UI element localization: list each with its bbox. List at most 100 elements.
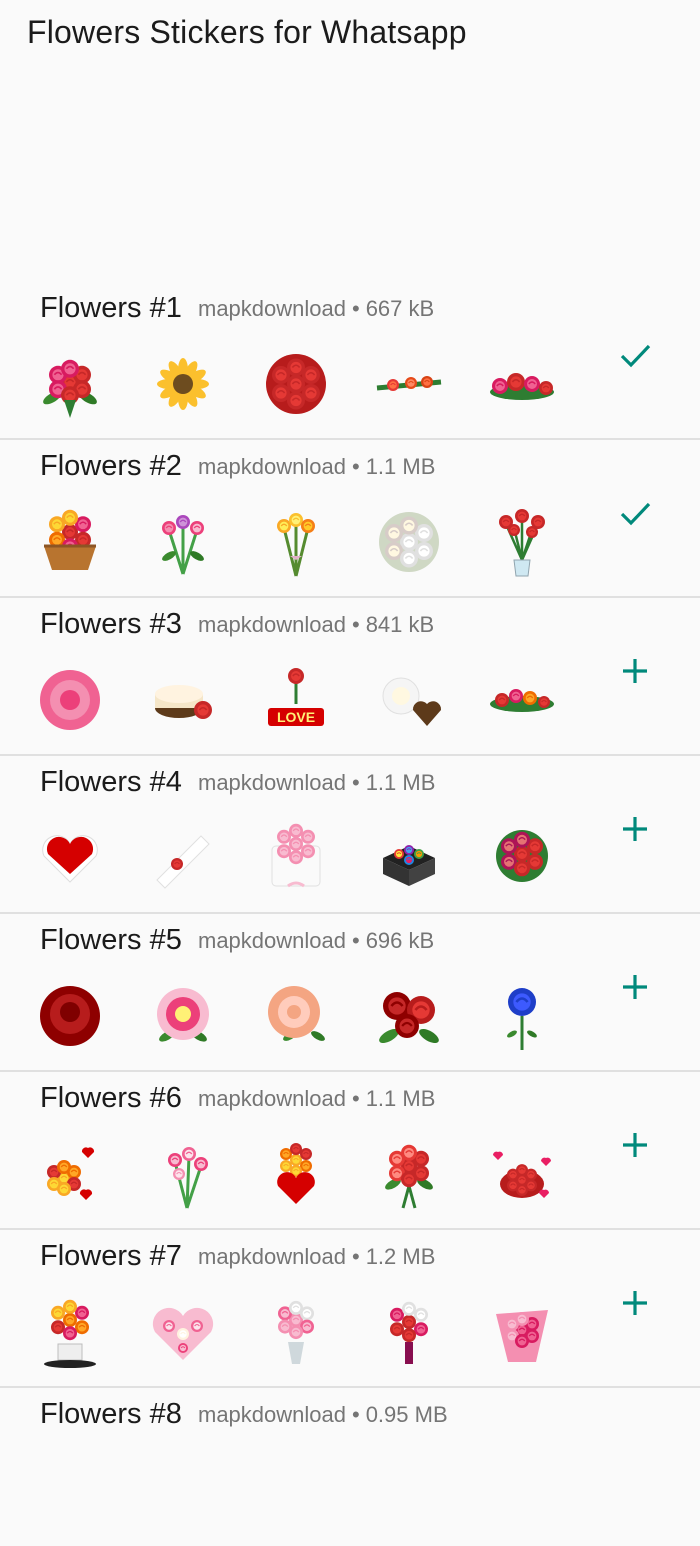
mixed-vase-bouquet-sticker[interactable] [30,1292,110,1372]
app-title: Flowers Stickers for Whatsapp [27,14,467,50]
check-icon [618,338,652,377]
sticker-pack-row[interactable]: Flowers #8 mapkdownload • 0.95 MB [0,1388,700,1546]
pack-name: Flowers #1 [40,292,182,324]
add-pack-button[interactable] [612,966,658,1012]
plus-icon [620,1130,650,1165]
app-bar: Flowers Stickers for Whatsapp [0,0,700,70]
pack-meta: mapkdownload • 1.1 MB [198,454,435,480]
love-tulip-sticker[interactable]: LOVE [256,660,336,740]
separator-dot: • [351,454,360,479]
pink-rose-hatbox-sticker[interactable] [256,818,336,898]
heart-wreath-sticker[interactable] [143,1292,223,1372]
red-roses-vase-sticker[interactable] [482,502,562,582]
pack-meta: mapkdownload • 667 kB [198,296,434,322]
pack-publisher: mapkdownload [198,770,346,795]
separator-dot: • [351,928,360,953]
white-rose-with-chocolate-sticker[interactable] [369,660,449,740]
white-rose-bouquet-sticker[interactable] [369,502,449,582]
red-rose-bunch-sticker[interactable] [369,1134,449,1214]
pack-meta: mapkdownload • 1.1 MB [198,1086,435,1112]
pack-publisher: mapkdownload [198,612,346,637]
red-rose-dome-sticker[interactable] [482,818,562,898]
sticker-pack-row[interactable]: Flowers #5 mapkdownload • 696 kB [0,914,700,1072]
plus-icon [620,972,650,1007]
sticker-pack-row[interactable]: Flowers #4 mapkdownload • 1.1 MB [0,756,700,914]
pack-size: 1.1 MB [365,770,436,795]
mixed-flower-spray-sticker[interactable] [482,660,562,740]
pack-name: Flowers #6 [40,1082,182,1114]
pack-size: 667 kB [365,296,435,321]
hearts-bouquet-sticker[interactable] [30,1134,110,1214]
sticker-preview-strip [0,1292,600,1372]
flower-basket-sticker[interactable] [30,502,110,582]
pack-publisher: mapkdownload [198,1244,346,1269]
pack-name: Flowers #3 [40,608,182,640]
banner-area [0,70,700,282]
pack-publisher: mapkdownload [198,296,346,321]
plus-icon [620,1288,650,1323]
pink-yellow-rose-sticker[interactable] [143,976,223,1056]
heart-rose-box-sticker[interactable] [30,818,110,898]
red-rose-bouquet-sticker[interactable] [30,344,110,424]
pink-rose-spray-sticker[interactable] [482,344,562,424]
pack-meta: mapkdownload • 696 kB [198,928,434,954]
pack-publisher: mapkdownload [198,1086,346,1111]
tulip-bouquet-sticker[interactable] [143,502,223,582]
pastel-vase-sticker[interactable] [256,1292,336,1372]
sticker-preview-strip [0,1134,600,1214]
red-rose-trio-sticker[interactable] [369,976,449,1056]
red-vase-bouquet-sticker[interactable] [369,1292,449,1372]
sticker-pack-list: Flowers #1 mapkdownload • 667 kB Flowers… [0,282,700,1546]
sticker-preview-strip [0,818,600,898]
pack-name: Flowers #2 [40,450,182,482]
pack-meta: mapkdownload • 841 kB [198,612,434,638]
pack-size: 841 kB [365,612,435,637]
pack-publisher: mapkdownload [198,1402,346,1427]
sticker-pack-row[interactable]: Flowers #2 mapkdownload • 1.1 MB [0,440,700,598]
pink-rose-wrap-sticker[interactable] [482,1292,562,1372]
sticker-pack-row[interactable]: Flowers #3 mapkdownload • 841 kB LOVE [0,598,700,756]
sticker-preview-strip [0,502,600,582]
sticker-preview-strip [0,976,600,1056]
pack-added-check[interactable] [612,492,658,538]
pack-name: Flowers #8 [40,1398,182,1430]
check-icon [618,496,652,535]
pack-meta: mapkdownload • 1.2 MB [198,1244,435,1270]
pink-rose-sticker[interactable] [30,660,110,740]
sticker-preview-strip [0,344,600,424]
hearts-rose-box-sticker[interactable] [482,1134,562,1214]
separator-dot: • [351,612,360,637]
separator-dot: • [351,1402,360,1427]
add-pack-button[interactable] [612,1124,658,1170]
rainbow-rose-box-sticker[interactable] [369,818,449,898]
separator-dot: • [351,1086,360,1111]
pack-name: Flowers #4 [40,766,182,798]
pack-size: 0.95 MB [365,1402,448,1427]
pack-size: 696 kB [365,928,435,953]
peach-rose-sticker[interactable] [256,976,336,1056]
single-rose-wrap-sticker[interactable] [143,818,223,898]
add-pack-button[interactable] [612,650,658,696]
add-pack-button[interactable] [612,808,658,854]
sticker-pack-row[interactable]: Flowers #1 mapkdownload • 667 kB [0,282,700,440]
yellow-tulip-bouquet-sticker[interactable] [256,502,336,582]
blue-rose-sticker[interactable] [482,976,562,1056]
plus-icon [620,656,650,691]
cake-with-rose-sticker[interactable] [143,660,223,740]
pack-added-check[interactable] [612,334,658,380]
pack-publisher: mapkdownload [198,454,346,479]
red-rose-round-bouquet-sticker[interactable] [256,344,336,424]
add-pack-button[interactable] [612,1282,658,1328]
sticker-pack-row[interactable]: Flowers #6 mapkdownload • 1.1 MB [0,1072,700,1230]
sticker-pack-row[interactable]: Flowers #7 mapkdownload • 1.2 MB [0,1230,700,1388]
heart-vase-bouquet-sticker[interactable] [256,1134,336,1214]
pack-publisher: mapkdownload [198,928,346,953]
flower-stem-row-sticker[interactable] [369,344,449,424]
pack-size: 1.1 MB [365,454,436,479]
pink-tulip-bouquet-sticker[interactable] [143,1134,223,1214]
dark-red-rose-sticker[interactable] [30,976,110,1056]
pack-size: 1.1 MB [365,1086,436,1111]
pack-meta: mapkdownload • 1.1 MB [198,770,435,796]
pack-name: Flowers #7 [40,1240,182,1272]
sunflower-sticker[interactable] [143,344,223,424]
